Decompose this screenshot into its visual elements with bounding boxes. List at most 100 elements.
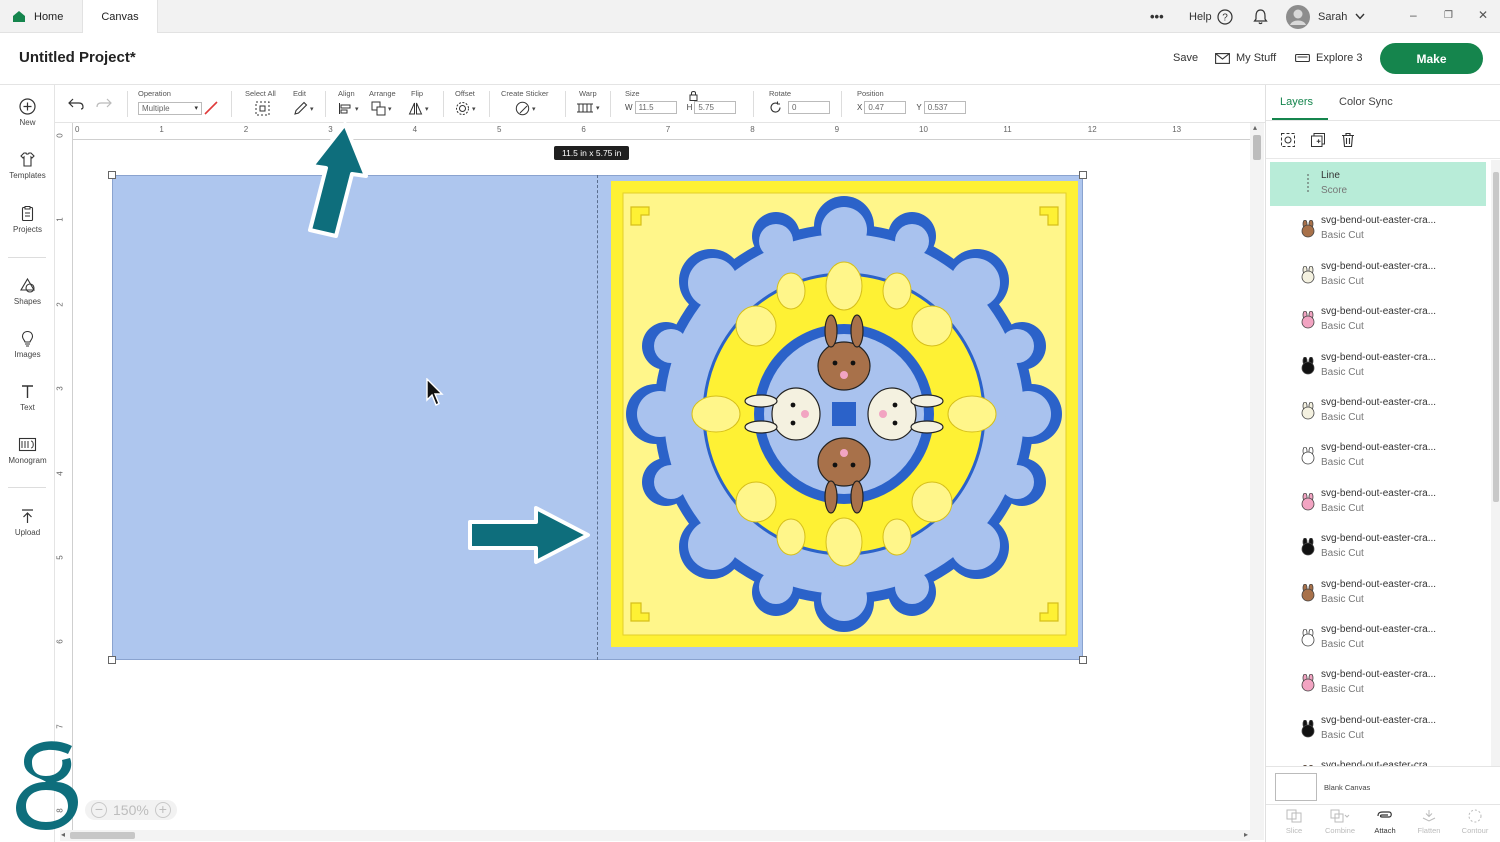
layer-row[interactable]: svg-bend-out-easter-cra... Basic Cut (1270, 707, 1486, 751)
flatten-button[interactable]: Flatten (1407, 809, 1451, 835)
height-label: H (686, 103, 693, 112)
attach-button[interactable]: Attach (1363, 809, 1407, 835)
height-input[interactable]: 5.75 (694, 101, 737, 114)
layer-row[interactable]: svg-bend-out-easter-cra... Basic Cut (1270, 207, 1486, 251)
easter-bunny-mandala-design[interactable] (611, 181, 1078, 647)
slice-button[interactable]: Slice (1272, 809, 1316, 835)
vertical-scrollbar[interactable]: ▴ (1250, 123, 1264, 840)
my-stuff-button[interactable]: My Stuff (1215, 52, 1276, 64)
layers-scrollbar[interactable] (1491, 160, 1500, 766)
layer-list: Line Score svg-bend-out-easter-cra... Basic… (1266, 160, 1491, 766)
layer-row[interactable]: svg-bend-out-easter-cra... Basic Cut (1270, 616, 1486, 660)
align-group[interactable]: Align ▾ (338, 89, 359, 116)
sidebar-divider (8, 487, 46, 488)
zoom-in-button[interactable]: + (154, 802, 171, 818)
tab-layers[interactable]: Layers (1280, 96, 1313, 108)
combine-button[interactable]: Combine (1318, 809, 1362, 835)
x-input[interactable]: 0.47 (864, 101, 907, 114)
combine-icon (1330, 809, 1350, 823)
ruler-top-tick-label: 10 (919, 125, 928, 134)
duplicate-icon[interactable] (1310, 132, 1326, 148)
pink-bunny-side-icon (1298, 492, 1318, 512)
resize-handle-bottom-left[interactable] (108, 656, 116, 664)
horizontal-scrollbar[interactable]: ◂ ▸ (60, 830, 1250, 841)
layer-row[interactable]: svg-bend-out-easter-cra... Basic Cut (1270, 389, 1486, 433)
save-label: Save (1173, 52, 1199, 64)
sidebar-item-images[interactable]: Images (0, 330, 55, 359)
tab-color-sync[interactable]: Color Sync (1339, 96, 1393, 108)
score-line[interactable] (597, 175, 598, 660)
scroll-up-icon[interactable]: ▴ (1253, 123, 1257, 132)
vertical-scroll-thumb[interactable] (1253, 135, 1261, 160)
edit-group[interactable]: Edit ▾ (293, 89, 314, 116)
sidebar-item-shapes[interactable]: Shapes (0, 277, 55, 306)
lock-icon[interactable] (689, 90, 698, 101)
combine-label: Combine (1324, 826, 1355, 835)
blank-canvas-swatch[interactable] (1275, 773, 1317, 801)
help-button[interactable]: Help ? (1189, 0, 1233, 33)
layer-row[interactable]: svg-bend-out-easter-cra... Basic Cut (1270, 344, 1486, 388)
offset-group[interactable]: Offset ▾ (455, 89, 476, 116)
tab-home[interactable]: Home (12, 0, 63, 33)
zoom-out-button[interactable]: − (91, 802, 107, 818)
explore-button[interactable]: Explore 3 (1295, 52, 1362, 64)
resize-handle-top-right[interactable] (1079, 171, 1087, 179)
flatten-icon (1422, 810, 1436, 822)
tab-canvas[interactable]: Canvas (82, 0, 158, 34)
more-options-button[interactable]: ••• (1150, 0, 1164, 33)
size-label: Size (625, 89, 640, 98)
resize-handle-top-left[interactable] (108, 171, 116, 179)
create-sticker-group[interactable]: Create Sticker ▾ (501, 89, 549, 116)
user-menu[interactable]: Sarah (1286, 0, 1365, 33)
group-icon[interactable] (1280, 132, 1296, 148)
select-all-group[interactable]: Select All (245, 89, 276, 116)
layer-name: svg-bend-out-easter-cra... (1321, 669, 1437, 681)
trash-icon[interactable] (1340, 132, 1356, 148)
layers-scroll-thumb[interactable] (1493, 172, 1499, 502)
ruler-top-tick-label: 8 (750, 125, 755, 134)
save-button[interactable]: Save (1173, 52, 1198, 64)
restore-icon[interactable]: ❐ (1444, 10, 1453, 21)
layer-row[interactable]: svg-bend-out-easter-cra... Basic Cut (1270, 434, 1486, 478)
sidebar-item-new[interactable]: New (0, 98, 55, 127)
redo-icon[interactable] (96, 98, 112, 110)
sidebar-label-projects: Projects (13, 225, 42, 234)
layer-row[interactable]: svg-bend-out-easter-cra (1270, 752, 1486, 766)
layer-row[interactable]: svg-bend-out-easter-cra... Basic Cut (1270, 480, 1486, 524)
layer-row[interactable]: Line Score (1270, 162, 1486, 206)
scroll-right-icon[interactable]: ▸ (1244, 830, 1248, 839)
toolbar-divider (489, 91, 490, 117)
scroll-left-icon[interactable]: ◂ (61, 830, 65, 839)
operation-select[interactable]: Multiple ▾ (138, 101, 202, 115)
rotate-input[interactable]: 0 (788, 101, 830, 114)
warp-group[interactable]: Warp ▾ (577, 89, 600, 114)
sidebar-item-monogram[interactable]: Monogram (0, 436, 55, 465)
panel-bottom-actions: Slice Combine Attach Flatten Contour (1266, 804, 1500, 842)
notifications-button[interactable] (1253, 0, 1268, 33)
layer-row[interactable]: svg-bend-out-easter-cra... Basic Cut (1270, 571, 1486, 615)
make-button[interactable]: Make (1380, 43, 1483, 74)
width-input[interactable]: 11.5 (634, 101, 677, 114)
undo-icon[interactable] (68, 98, 84, 110)
layer-row[interactable]: svg-bend-out-easter-cra... Basic Cut (1270, 525, 1486, 569)
layer-row[interactable]: svg-bend-out-easter-cra... Basic Cut (1270, 298, 1486, 342)
resize-handle-bottom-right[interactable] (1079, 656, 1087, 664)
arrange-group[interactable]: Arrange ▾ (369, 89, 396, 116)
horizontal-scroll-thumb[interactable] (70, 832, 135, 839)
blank-canvas-row[interactable]: Blank Canvas (1266, 766, 1500, 804)
no-color-swatch-icon[interactable] (204, 101, 218, 115)
layer-name: svg-bend-out-easter-cra... (1321, 578, 1437, 590)
y-input[interactable]: 0.537 (923, 101, 966, 114)
sidebar-item-upload[interactable]: Upload (0, 508, 55, 537)
layer-row[interactable]: svg-bend-out-easter-cra... Basic Cut (1270, 661, 1486, 705)
sidebar-label-new: New (19, 118, 36, 127)
minimize-icon[interactable]: – (1410, 8, 1417, 22)
flip-group[interactable]: Flip ▾ (408, 89, 429, 116)
layer-row[interactable]: svg-bend-out-easter-cra... Basic Cut (1270, 253, 1486, 297)
x-value: 0.47 (868, 103, 884, 112)
contour-button[interactable]: Contour (1453, 809, 1497, 835)
sidebar-item-text[interactable]: Text (0, 383, 55, 412)
sidebar-item-templates[interactable]: Templates (0, 151, 55, 180)
sidebar-item-projects[interactable]: Projects (0, 205, 55, 234)
close-icon[interactable]: ✕ (1478, 8, 1488, 22)
